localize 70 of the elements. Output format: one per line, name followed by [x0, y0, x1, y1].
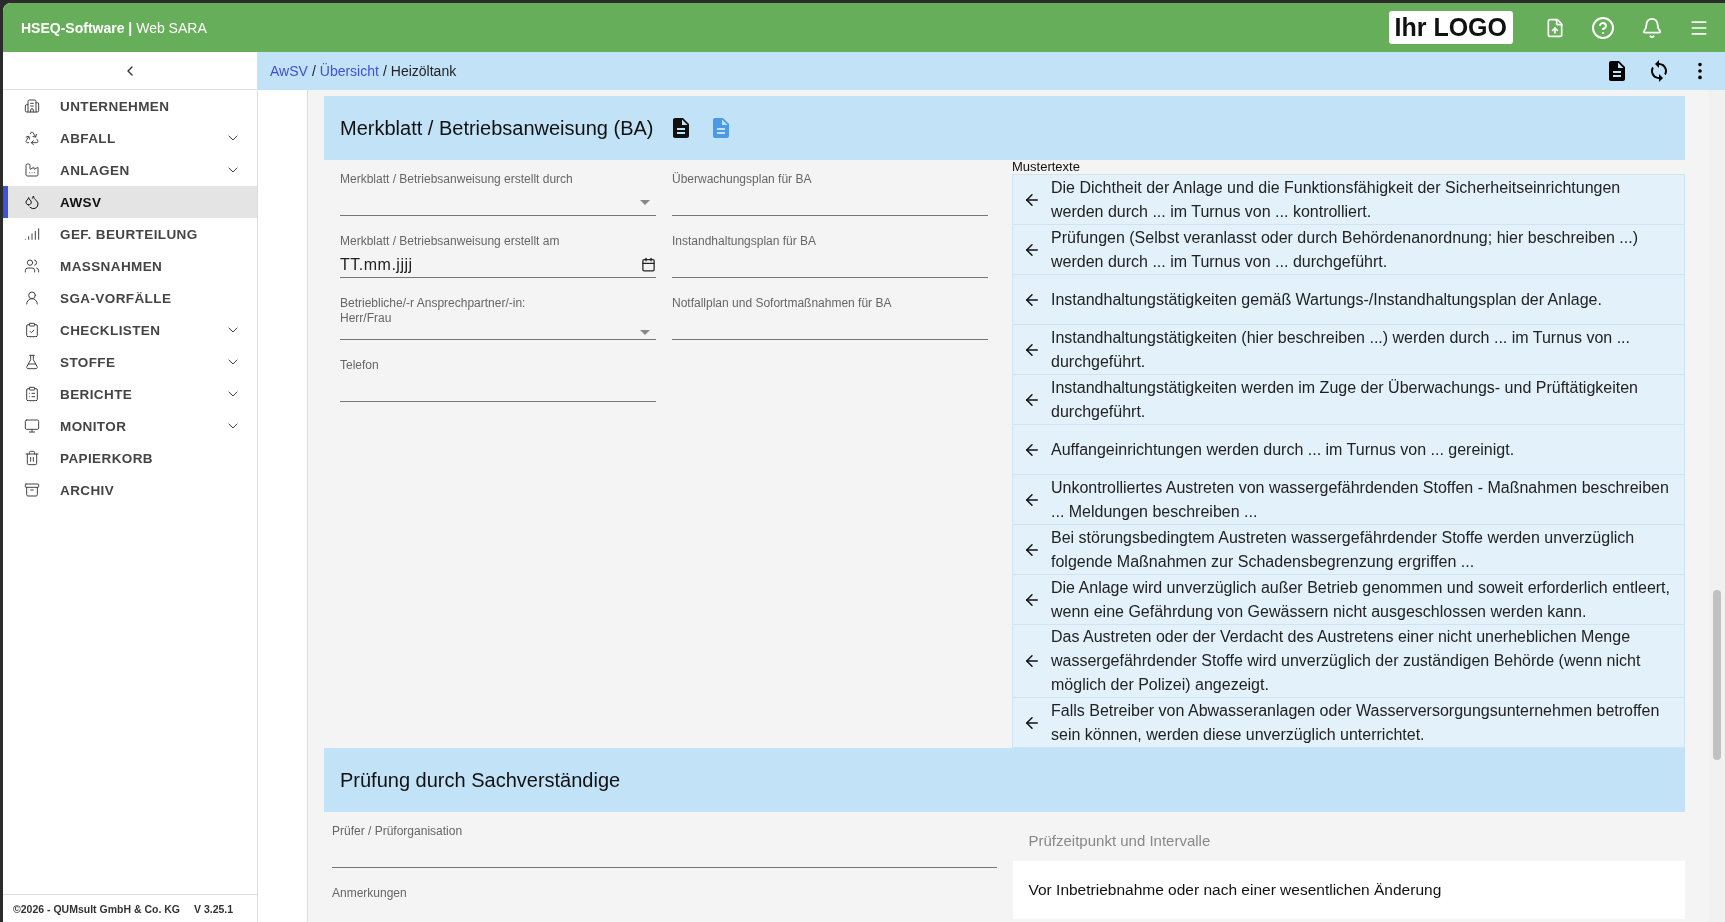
section-title: Merkblatt / Betriebsanweisung (BA) [340, 116, 654, 140]
sidebar-item[interactable]: GEF. BEURTEILUNG [3, 218, 257, 250]
template-text: Prüfungen (Selbst veranlasst oder durch Behördenanordnung; hier beschreiben ...) werden durch ... im Turnus von ... durchgeführt. [1051, 227, 1640, 272]
sidebar-item[interactable]: UNTERNEHMEN [3, 90, 257, 122]
mustertexte-label: Mustertexte [1012, 160, 1081, 174]
template-text: Falls Betreiber von Abwasseranlagen oder Wasserversorgungsunternehmen betroffen sein können, werden diese unverzüglich unterrichtet. [1051, 700, 1661, 745]
monitor-icon [24, 418, 40, 434]
recycle-bin-icon [24, 130, 40, 146]
field-label: Telefon [340, 357, 380, 373]
sidebar-item[interactable]: ARCHIV [3, 474, 257, 506]
field-label: Instandhaltungsplan für BA [672, 233, 818, 249]
scrollbar[interactable] [1709, 90, 1725, 922]
insert-arrow-button[interactable] [1023, 652, 1041, 670]
field-label: Notfallplan und Sofortmaßnahmen für BA [672, 295, 893, 311]
field-label: Prüfer / Prüforganisation [332, 823, 464, 839]
sidebar-item[interactable]: CHECKLISTEN [3, 314, 257, 346]
clipboard-check-icon [24, 322, 40, 338]
version-text: V 3.25.1 [194, 902, 234, 915]
template-text: Das Austreten oder der Verdacht des Austretens einer nicht unerheblichen Menge wassergefährdender Stoffe wird unverzüglich der zuständigen Behörde (wenn nicht möglich der Polizei) angezeigt. [1051, 627, 1642, 695]
template-text: Die Dichtheit der Anlage und die Funktionsfähigkeit der Sicherheitseinrichtungen werden durch ... im Turnus von ... kontrolliert. [1051, 177, 1622, 222]
template-text: Auffangeinrichtungen werden durch ... im Turnus von ... gereinigt. [1051, 439, 1515, 460]
flask-icon [24, 354, 40, 370]
dropdown-icon [640, 200, 650, 205]
app-title: HSEQ-Software | Web SARA [21, 19, 208, 36]
field-label: Überwachungsplan für BA [672, 171, 813, 187]
template-text: Instandhaltungstätigkeiten werden im Zuge der Überwachungs- und Prüftätigkeiten durchgeführt. [1051, 377, 1639, 422]
file-upload-icon[interactable] [1545, 17, 1565, 38]
signal-bars-icon [24, 226, 40, 242]
building-icon [24, 98, 40, 114]
sidebar-item[interactable]: PAPIERKORB [3, 442, 257, 474]
field-label: Merkblatt / Betriebsanweisung erstellt durch [340, 171, 574, 187]
template-text: Bei störungsbedingtem Austreten wassergefährdender Stoffe werden unverzüglich folgende Maßnahmen zur Schadensbegrenzung ergriffen ... [1051, 527, 1636, 572]
droplets-icon [24, 194, 40, 210]
help-icon[interactable] [1591, 15, 1615, 40]
logo: Ihr LOGO [1388, 11, 1513, 44]
factory-icon [24, 162, 40, 178]
intervals-title: Prüfzeitpunkt und Intervalle [1027, 831, 1212, 851]
section-title: Prüfung durch Sachverständige [340, 768, 621, 792]
breadcrumb-separator: / [382, 63, 387, 79]
sidebar-item[interactable]: AWSV [3, 186, 257, 218]
sidebar-item[interactable]: ABFALL [3, 122, 257, 154]
person-icon [24, 290, 40, 306]
field-label: Anmerkungen [332, 885, 408, 901]
interval-item[interactable]: Vor Inbetriebnahme oder nach einer wesentlichen Änderung [1012, 861, 1685, 919]
template-text: Unkontrolliertes Austreten von wassergefährdenden Stoffen - Maßnahmen beschreiben ... Meldungen beschreiben ... [1051, 477, 1670, 522]
template-text: Instandhaltungstätigkeiten gemäß Wartungs-/Instandhaltungsplan der Anlage. [1051, 289, 1602, 310]
calendar-icon[interactable] [641, 257, 656, 272]
people-icon [24, 258, 40, 274]
copyright-text: ©2026 - QUMsult GmbH & Co. KG [13, 902, 180, 915]
trash-icon [24, 450, 40, 466]
sidebar-item[interactable]: STOFFE [3, 346, 257, 378]
sidebar-item[interactable]: SGA-VORFÄLLE [3, 282, 257, 314]
template-text: Die Anlage wird unverzüglich außer Betrieb genommen und soweit erforderlich entleert, wenn eine Gefährdung von Gewässern nicht ausgeschlossen werden kann. [1051, 577, 1671, 622]
clipboard-list-icon [24, 386, 40, 402]
breadcrumb-link[interactable]: Übersicht [319, 63, 379, 79]
breadcrumb-separator: / [311, 63, 316, 79]
field-label: Betriebliche/-r Ansprechpartner/-in: Herr/Frau [340, 295, 527, 326]
sidebar-item[interactable]: MASSNAHMEN [3, 250, 257, 282]
breadcrumb-link[interactable]: AwSV [270, 63, 308, 79]
template-text: Instandhaltungstätigkeiten (hier beschreiben ...) werden durch ... im Turnus von ... durchgeführt. [1051, 327, 1631, 372]
archive-icon [24, 482, 40, 498]
sidebar-item[interactable]: MONITOR [3, 410, 257, 442]
date-field[interactable]: TT.mm.jjjj [340, 252, 656, 278]
bell-icon[interactable] [1641, 16, 1663, 39]
dropdown-icon [640, 330, 650, 335]
field-label: Merkblatt / Betriebsanweisung erstellt am [340, 233, 561, 249]
sidebar-item[interactable]: BERICHTE [3, 378, 257, 410]
date-placeholder: TT.mm.jjjj [340, 255, 413, 274]
breadcrumb-current[interactable]: Heizöltank [390, 63, 457, 79]
sidebar-item[interactable]: ANLAGEN [3, 154, 257, 186]
